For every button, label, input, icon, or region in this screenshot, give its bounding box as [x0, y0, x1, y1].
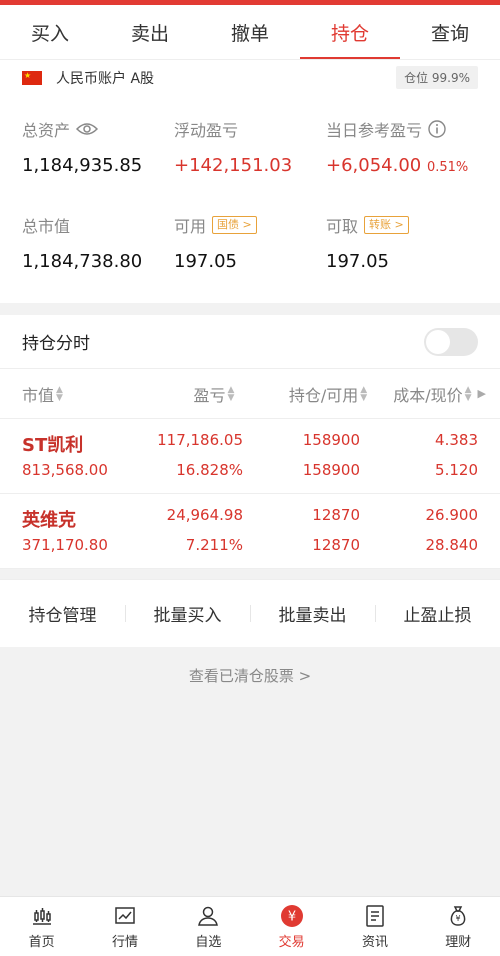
position-actions: 持仓管理 批量买入 批量卖出 止盈止损	[0, 579, 500, 647]
position-timeshare-toggle[interactable]	[424, 327, 478, 356]
day-pl-percent: 0.51%	[426, 160, 469, 175]
china-flag-icon	[22, 70, 42, 85]
sort-icon: ▲ ▼	[56, 384, 63, 403]
document-icon	[366, 904, 384, 927]
stock-cost: 26.900	[425, 506, 479, 524]
table-header: 市值 ▲ ▼ 盈亏 ▲ ▼ 持仓/可用 ▲ ▼ 成本/现价 ▲ ▼ ▶	[0, 369, 500, 419]
stock-pl-percent: 7.211%	[185, 536, 243, 554]
stock-pl: 117,186.05	[157, 431, 243, 449]
user-icon	[198, 906, 219, 926]
positions-section: 持仓分时 市值 ▲ ▼ 盈亏 ▲ ▼ 持仓/可用 ▲ ▼ 成本/现价 ▲ ▼ ▶ ST凯…	[0, 315, 500, 569]
svg-text:¥: ¥	[456, 914, 461, 923]
stock-market-value: 813,568.00	[22, 461, 108, 479]
stock-name: 英维克	[22, 510, 76, 531]
nav-news[interactable]: 资讯	[333, 897, 416, 956]
market-value-block: 总市值 1,184,738.80	[22, 213, 142, 272]
tab-cancel[interactable]: 撤单	[200, 5, 300, 59]
tab-positions[interactable]: 持仓	[300, 5, 400, 59]
nav-watchlist[interactable]: 自选	[167, 897, 250, 956]
scroll-right-icon[interactable]: ▶	[478, 387, 486, 400]
stock-cost: 4.383	[435, 431, 478, 449]
nav-label: 自选	[195, 934, 222, 950]
stock-name: ST凯利	[22, 435, 84, 456]
header-holding-label: 持仓/可用	[288, 385, 359, 405]
stock-pl-percent: 16.828%	[176, 461, 243, 479]
position-timeshare-label: 持仓分时	[22, 334, 90, 354]
money-bag-icon: ¥	[450, 905, 466, 926]
sort-icon: ▲ ▼	[227, 384, 235, 403]
header-cost-price-label: 成本/现价	[393, 385, 463, 405]
market-value-label: 总市值	[22, 217, 71, 236]
section-gap	[0, 303, 500, 315]
yuan-icon: ¥	[280, 904, 303, 927]
total-assets-label: 总资产	[22, 121, 71, 140]
info-icon[interactable]	[428, 120, 446, 138]
available-value: 197.05	[174, 251, 237, 272]
sort-icon: ▲ ▼	[360, 384, 368, 403]
tab-buy[interactable]: 买入	[0, 5, 100, 59]
header-pl[interactable]: 盈亏 ▲ ▼	[126, 382, 235, 406]
day-pl-label: 当日参考盈亏	[326, 121, 423, 140]
chart-icon	[115, 906, 135, 924]
eye-icon[interactable]	[76, 122, 99, 136]
nav-wealth[interactable]: ¥ 理财	[417, 897, 500, 956]
header-pl-label: 盈亏	[193, 385, 226, 405]
header-market-value-label: 市值	[22, 385, 55, 405]
total-assets-value: 1,184,935.85	[22, 155, 143, 176]
position-ratio-badge: 仓位 99.9%	[396, 66, 478, 89]
nav-label: 首页	[28, 934, 55, 950]
manage-positions-button[interactable]: 持仓管理	[0, 601, 125, 626]
nav-label: 资讯	[361, 934, 388, 950]
table-row[interactable]: 英维克 371,170.80 24,964.98 7.211% 12870 12…	[0, 494, 500, 569]
stock-available: 12870	[312, 536, 360, 554]
header-market-value[interactable]: 市值 ▲ ▼	[22, 382, 126, 406]
float-pl-value: +142,151.03	[174, 155, 293, 176]
stop-profit-loss-button[interactable]: 止盈止损	[375, 601, 500, 626]
withdrawable-block: 可取 转账 > 197.05	[326, 213, 409, 272]
sort-icon: ▲ ▼	[464, 384, 472, 403]
header-cost-price[interactable]: 成本/现价 ▲ ▼	[367, 382, 471, 406]
account-label: 人民币账户 A股	[56, 70, 155, 87]
float-pl-label: 浮动盈亏	[174, 121, 239, 140]
transfer-link[interactable]: 转账 >	[364, 216, 409, 234]
day-pl-block: 当日参考盈亏 +6,054.00 0.51%	[326, 117, 468, 176]
withdrawable-label: 可取	[326, 217, 359, 236]
stock-market-value: 371,170.80	[22, 536, 108, 554]
candlestick-icon	[32, 907, 51, 925]
bottom-nav: 首页 行情 自选 ¥ 交易 资讯 ¥ 理财	[0, 896, 500, 956]
header-holding[interactable]: 持仓/可用 ▲ ▼	[234, 382, 367, 406]
batch-sell-button[interactable]: 批量卖出	[250, 601, 375, 626]
trade-tabs: 买入 卖出 撤单 持仓 查询	[0, 5, 500, 59]
nav-home[interactable]: 首页	[0, 897, 83, 956]
market-value-value: 1,184,738.80	[22, 251, 143, 272]
nav-label: 交易	[278, 934, 305, 950]
withdrawable-value: 197.05	[326, 251, 389, 272]
batch-buy-button[interactable]: 批量买入	[125, 601, 250, 626]
nav-trade[interactable]: ¥ 交易	[250, 897, 333, 956]
table-row[interactable]: ST凯利 813,568.00 117,186.05 16.828% 15890…	[0, 419, 500, 494]
account-bar[interactable]: 人民币账户 A股 仓位 99.9%	[0, 59, 500, 95]
stock-holding: 158900	[302, 431, 360, 449]
total-assets-block: 总资产 1,184,935.85	[22, 117, 142, 176]
day-pl-value: +6,054.00	[326, 155, 422, 176]
tab-sell[interactable]: 卖出	[100, 5, 200, 59]
nav-label: 行情	[111, 934, 138, 950]
stock-price: 5.120	[435, 461, 478, 479]
position-timeshare-row: 持仓分时	[0, 315, 500, 369]
asset-summary: 总资产 1,184,935.85 浮动盈亏 +142,151.03 当日参考盈亏…	[0, 95, 500, 303]
bond-link[interactable]: 国债 >	[212, 216, 257, 234]
cleared-stocks-link[interactable]: 查看已清仓股票 >	[0, 665, 500, 686]
stock-price: 28.840	[425, 536, 479, 554]
nav-label: 理财	[445, 934, 472, 950]
float-pl-block: 浮动盈亏 +142,151.03	[174, 117, 292, 176]
svg-text:¥: ¥	[288, 909, 296, 924]
stock-available: 158900	[302, 461, 360, 479]
tab-query[interactable]: 查询	[400, 5, 500, 59]
stock-pl: 24,964.98	[166, 506, 243, 524]
available-block: 可用 国债 > 197.05	[174, 213, 257, 272]
nav-market[interactable]: 行情	[83, 897, 166, 956]
available-label: 可用	[174, 217, 207, 236]
stock-holding: 12870	[312, 506, 360, 524]
